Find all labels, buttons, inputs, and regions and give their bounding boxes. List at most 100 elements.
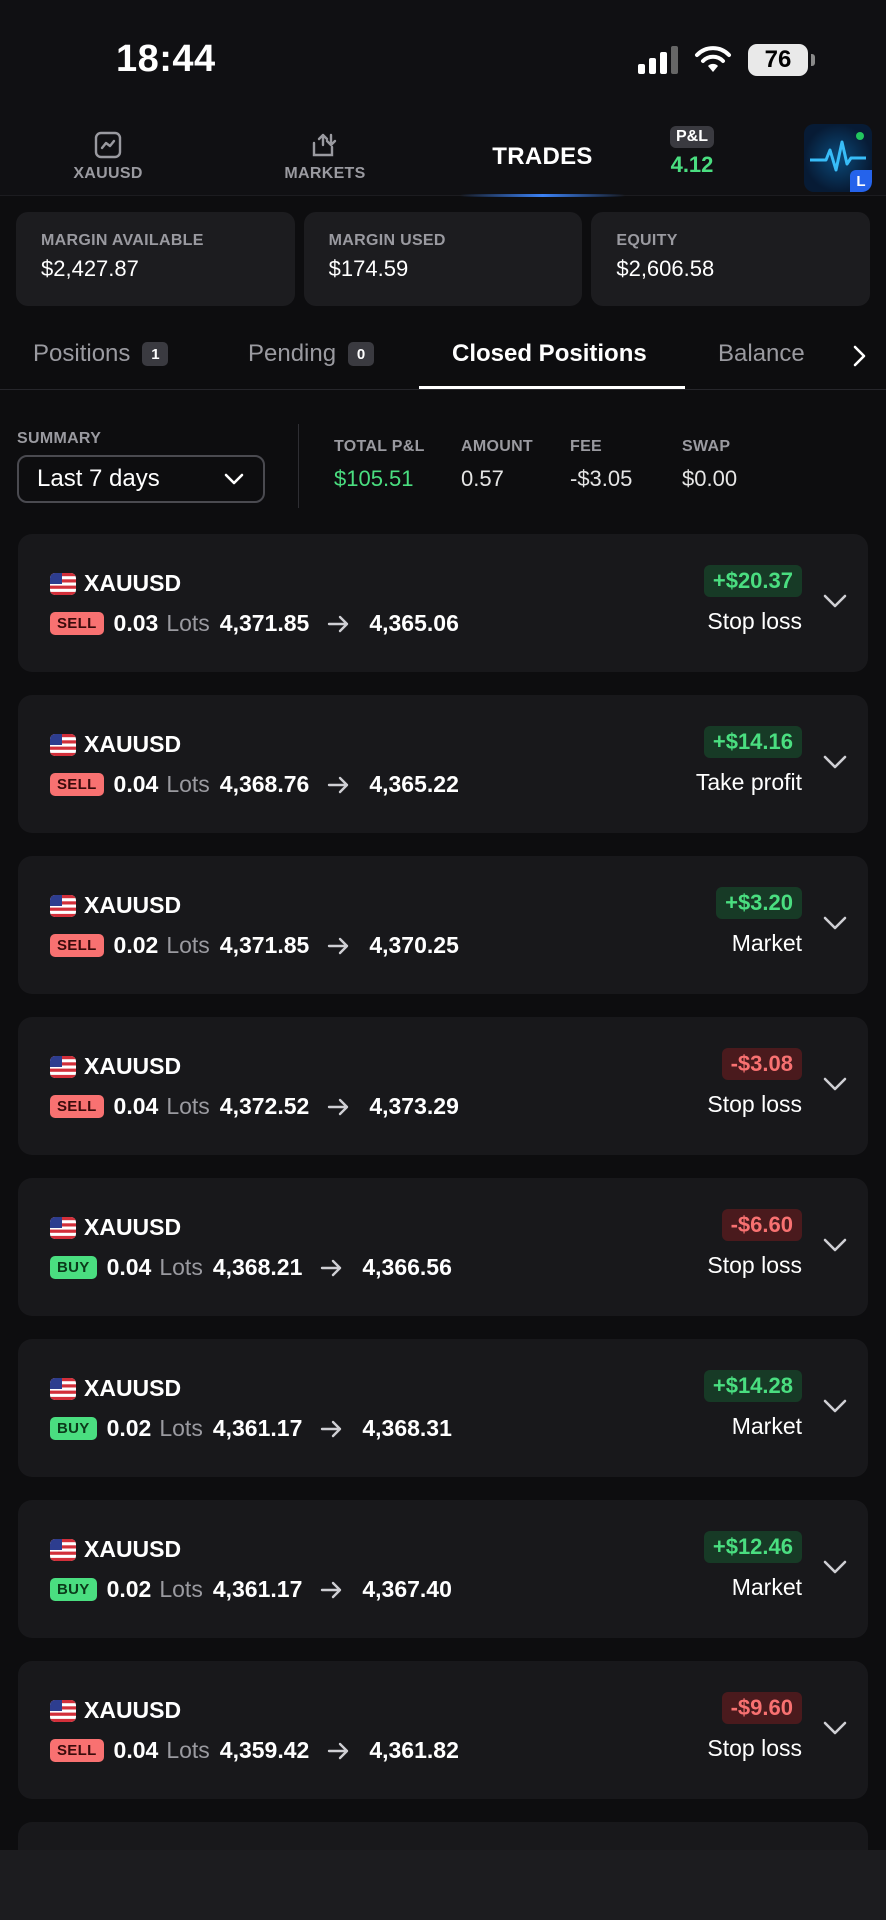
lots-label: Lots — [166, 1093, 210, 1119]
side-badge: BUY — [50, 1256, 97, 1279]
margin-used-value: $174.59 — [328, 256, 409, 281]
chevron-down-icon[interactable] — [822, 1397, 848, 1415]
wifi-icon — [695, 46, 731, 72]
tab-balance[interactable]: Balance — [718, 340, 805, 368]
margin-summary: MARGIN AVAILABLE $2,427.87 MARGIN USED $… — [16, 212, 871, 306]
side-badge: SELL — [50, 612, 104, 635]
tab-positions-label: Positions — [33, 340, 131, 367]
active-nav-indicator — [460, 194, 625, 197]
total-pl-value: $105.51 — [334, 466, 414, 491]
symbol-row: XAUUSD — [50, 1214, 181, 1241]
chevron-down-icon[interactable] — [822, 592, 848, 610]
lots-label: Lots — [166, 932, 210, 958]
arrow-right-icon — [320, 1258, 344, 1278]
status-icons: 76 — [638, 44, 815, 76]
status-time: 18:44 — [116, 38, 216, 80]
open-price: 4,359.42 — [219, 1737, 310, 1763]
closed-position-card[interactable]: XAUUSD SELL 0.03 Lots 4,371.85 4,365.06 … — [18, 534, 868, 672]
margin-used-label: MARGIN USED — [328, 232, 446, 249]
bottom-bar — [0, 1850, 886, 1920]
us-flag-icon — [50, 1377, 76, 1400]
nav-markets-label: MARKETS — [284, 165, 366, 182]
symbol-name: XAUUSD — [84, 1053, 182, 1079]
summary-label: SUMMARY — [17, 430, 102, 447]
tab-closed-positions[interactable]: Closed Positions — [452, 340, 647, 368]
trade-detail-row: SELL 0.03 Lots 4,371.85 4,365.06 — [50, 610, 459, 637]
cards-container: XAUUSD SELL 0.03 Lots 4,371.85 4,365.06 … — [18, 534, 868, 1799]
fee-value: -$3.05 — [570, 466, 633, 491]
close-price: 4,368.31 — [362, 1415, 452, 1441]
pl-indicator[interactable]: P&L 4.12 — [664, 126, 720, 178]
trade-pnl: +$20.37 — [703, 565, 802, 597]
closed-position-card[interactable]: XAUUSD SELL 0.04 Lots 4,372.52 4,373.29 … — [18, 1017, 868, 1155]
equity-value: $2,606.58 — [616, 256, 715, 281]
close-reason: Stop loss — [707, 1735, 802, 1761]
trade-detail-row: BUY 0.02 Lots 4,361.17 4,368.31 — [50, 1415, 452, 1442]
closed-position-card[interactable]: XAUUSD BUY 0.02 Lots 4,361.17 4,368.31 +… — [18, 1339, 868, 1477]
swap-label: SWAP — [682, 438, 731, 455]
account-level-badge: L — [850, 170, 872, 192]
chevron-right-icon[interactable] — [850, 344, 870, 368]
chevron-down-icon[interactable] — [822, 1236, 848, 1254]
chevron-down-icon[interactable] — [822, 1558, 848, 1576]
trade-detail-row: SELL 0.02 Lots 4,371.85 4,370.25 — [50, 932, 459, 959]
nav-trades[interactable]: TRADES — [460, 118, 625, 197]
margin-available-value: $2,427.87 — [41, 256, 139, 281]
lot-size: 0.04 — [113, 771, 159, 797]
period-select-value: Last 7 days — [37, 465, 160, 492]
lots-label: Lots — [159, 1576, 203, 1602]
chevron-down-icon[interactable] — [822, 914, 848, 932]
total-pl-label: TOTAL P&L — [334, 438, 425, 455]
closed-summary: SUMMARY Last 7 days TOTAL P&L $105.51 AM… — [0, 420, 886, 510]
account-avatar[interactable]: L — [804, 124, 872, 192]
chart-icon — [94, 131, 122, 159]
lot-size: 0.03 — [113, 610, 159, 636]
swap-value: $0.00 — [682, 466, 738, 491]
tab-positions-count: 1 — [142, 342, 169, 366]
us-flag-icon — [50, 1216, 76, 1239]
tab-pending[interactable]: Pending 0 — [248, 340, 375, 368]
close-price: 4,365.22 — [369, 771, 459, 797]
symbol-name: XAUUSD — [84, 892, 182, 918]
symbol-row: XAUUSD — [50, 570, 181, 597]
open-price: 4,361.17 — [212, 1576, 303, 1602]
open-price: 4,371.85 — [219, 932, 310, 958]
trade-pnl: -$3.08 — [721, 1048, 802, 1080]
symbol-row: XAUUSD — [50, 1697, 181, 1724]
closed-position-card[interactable]: XAUUSD SELL 0.04 Lots 4,359.42 4,361.82 … — [18, 1661, 868, 1799]
close-price: 4,367.40 — [362, 1576, 452, 1602]
close-reason: Stop loss — [707, 608, 802, 634]
symbol-row: XAUUSD — [50, 1536, 181, 1563]
chevron-down-icon[interactable] — [822, 753, 848, 771]
closed-position-card[interactable]: XAUUSD BUY 0.02 Lots 4,361.17 4,367.40 +… — [18, 1500, 868, 1638]
arrow-right-icon — [327, 1097, 351, 1117]
closed-positions-list: XAUUSD SELL 0.03 Lots 4,371.85 4,365.06 … — [18, 534, 868, 1862]
margin-available-label: MARGIN AVAILABLE — [41, 232, 204, 249]
top-navigation: XAUUSD MARKETS TRADES P&L 4.12 L — [0, 118, 886, 197]
nav-xauusd-label: XAUUSD — [73, 165, 143, 182]
tab-pending-count: 0 — [348, 342, 375, 366]
close-price: 4,370.25 — [369, 932, 459, 958]
chevron-down-icon[interactable] — [822, 1719, 848, 1737]
trade-detail-row: SELL 0.04 Lots 4,368.76 4,365.22 — [50, 771, 459, 798]
arrow-right-icon — [327, 614, 351, 634]
lot-size: 0.02 — [113, 932, 159, 958]
chevron-down-icon[interactable] — [822, 1075, 848, 1093]
closed-position-card[interactable]: XAUUSD SELL 0.02 Lots 4,371.85 4,370.25 … — [18, 856, 868, 994]
summary-divider — [298, 424, 299, 508]
pl-value: 4.12 — [670, 152, 714, 177]
symbol-row: XAUUSD — [50, 1375, 181, 1402]
lots-label: Lots — [166, 610, 210, 636]
closed-position-card[interactable]: XAUUSD SELL 0.04 Lots 4,368.76 4,365.22 … — [18, 695, 868, 833]
period-select[interactable]: Last 7 days — [17, 455, 265, 503]
trade-detail-row: SELL 0.04 Lots 4,372.52 4,373.29 — [50, 1093, 459, 1120]
close-reason: Stop loss — [707, 1252, 802, 1278]
nav-markets[interactable]: MARKETS — [275, 118, 375, 196]
us-flag-icon — [50, 1055, 76, 1078]
tab-positions[interactable]: Positions 1 — [33, 340, 169, 368]
us-flag-icon — [50, 1538, 76, 1561]
nav-xauusd[interactable]: XAUUSD — [58, 118, 158, 196]
closed-position-card[interactable]: XAUUSD BUY 0.04 Lots 4,368.21 4,366.56 -… — [18, 1178, 868, 1316]
arrow-right-icon — [320, 1580, 344, 1600]
trade-pnl: +$14.16 — [703, 726, 802, 758]
